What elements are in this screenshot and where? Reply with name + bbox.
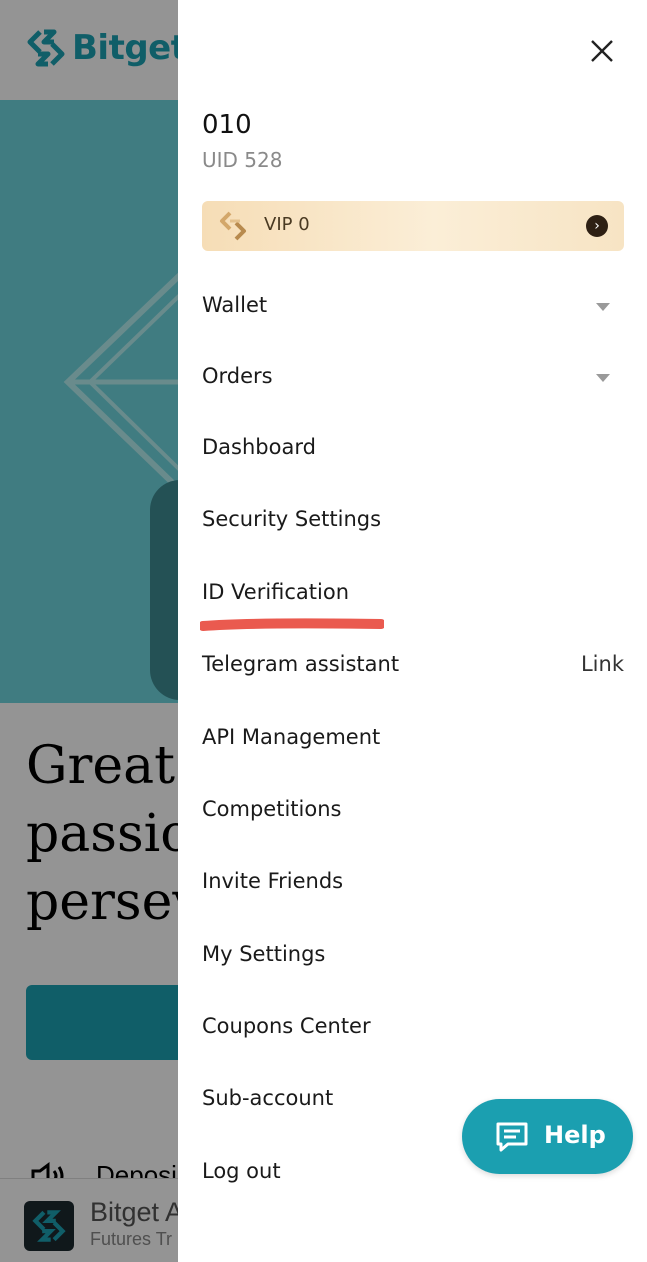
menu-item-label: ID Verification <box>202 580 350 604</box>
chevron-right-icon: › <box>586 215 608 237</box>
menu-item-invite-friends[interactable]: Invite Friends <box>202 861 624 905</box>
menu-item-label: Orders <box>202 364 273 388</box>
menu-item-label: API Management <box>202 725 381 749</box>
menu-item-label: Wallet <box>202 293 268 317</box>
close-icon[interactable] <box>588 37 616 65</box>
vip-level-label: VIP 0 <box>264 214 310 235</box>
menu-item-label: Coupons Center <box>202 1014 371 1038</box>
menu-item-label: Security Settings <box>202 507 382 531</box>
menu-item-orders[interactable]: Orders <box>202 356 624 400</box>
menu-item-label: Sub-account <box>202 1086 334 1110</box>
menu-item-label: Competitions <box>202 797 342 821</box>
help-button[interactable]: Help <box>462 1099 633 1174</box>
menu-item-label: Invite Friends <box>202 869 344 893</box>
menu-item-id-verification[interactable]: ID Verification <box>202 572 624 616</box>
menu-item-api-management[interactable]: API Management <box>202 717 624 761</box>
vip-icon <box>220 211 246 241</box>
menu-item-competitions[interactable]: Competitions <box>202 789 624 833</box>
telegram-link[interactable]: Link <box>581 652 624 676</box>
menu-item-dashboard[interactable]: Dashboard <box>202 427 624 471</box>
vip-level-card[interactable]: VIP 0 › <box>202 201 624 251</box>
chat-icon <box>496 1122 528 1152</box>
menu-item-label: Log out <box>202 1159 281 1183</box>
user-name: 010 <box>202 110 252 140</box>
red-underline-annotation <box>200 618 384 631</box>
menu-item-telegram-assistant[interactable]: Telegram assistant Link <box>202 644 624 688</box>
help-label: Help <box>544 1121 606 1149</box>
menu-item-security-settings[interactable]: Security Settings <box>202 499 624 543</box>
menu-item-label: My Settings <box>202 942 326 966</box>
menu-item-my-settings[interactable]: My Settings <box>202 934 624 978</box>
menu-item-label: Telegram assistant <box>202 652 400 676</box>
menu-item-coupons-center[interactable]: Coupons Center <box>202 1006 624 1050</box>
caret-down-icon <box>596 374 610 382</box>
caret-down-icon <box>596 303 610 311</box>
menu-item-label: Dashboard <box>202 435 316 459</box>
user-uid: UID 528 <box>202 148 283 172</box>
menu-item-wallet[interactable]: Wallet <box>202 285 624 329</box>
